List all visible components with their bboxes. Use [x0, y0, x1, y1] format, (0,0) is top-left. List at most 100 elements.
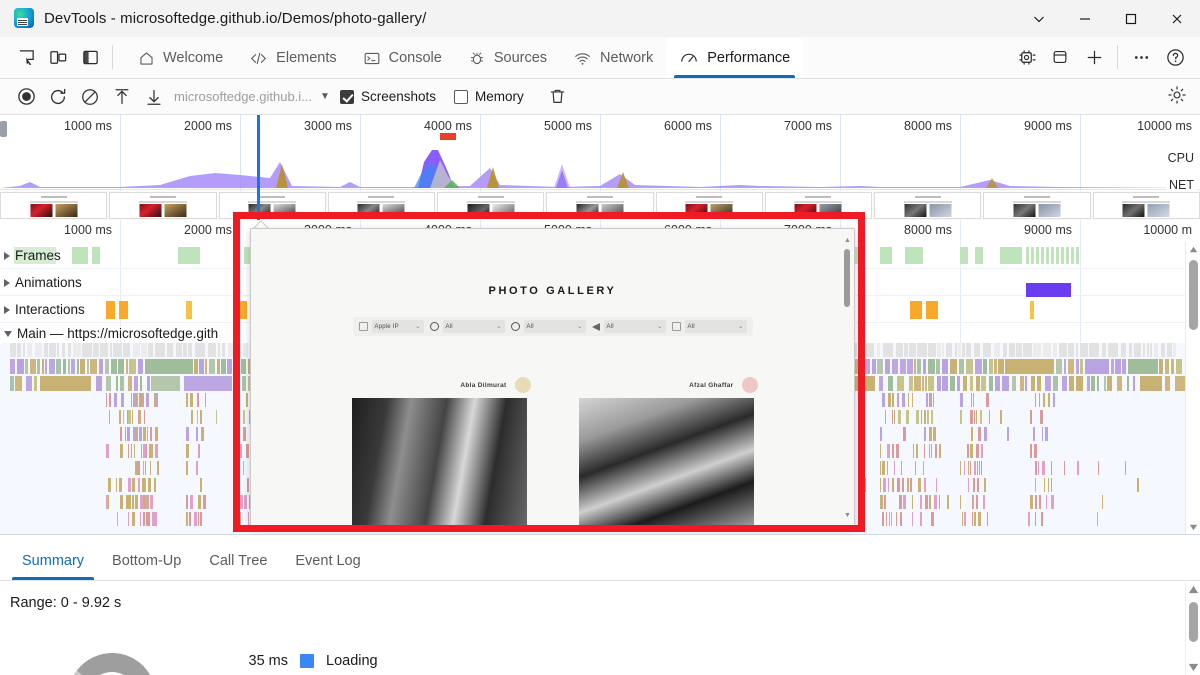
flame-bar[interactable] [134, 376, 138, 391]
flame-bar[interactable] [924, 444, 925, 458]
flame-bar[interactable] [209, 359, 215, 374]
chevron-down-icon[interactable]: ⌄ [657, 323, 662, 330]
filmstrip-frame[interactable] [1093, 192, 1200, 219]
flame-bar[interactable] [1000, 410, 1002, 424]
tab-elements[interactable]: Elements [236, 38, 349, 78]
flame-bar[interactable] [906, 410, 909, 424]
flame-bar[interactable] [1059, 343, 1067, 357]
flame-bar[interactable] [205, 393, 206, 407]
flame-bar[interactable] [145, 478, 146, 492]
flame-bar[interactable] [947, 495, 949, 509]
scrollbar-thumb[interactable] [844, 249, 850, 307]
flame-bar[interactable] [110, 343, 112, 357]
question-circle-icon[interactable] [1158, 40, 1192, 74]
timeline-event-bar[interactable] [1051, 247, 1054, 264]
flame-bar[interactable] [243, 461, 244, 475]
flame-bar[interactable] [155, 444, 158, 458]
timeline-event-bar[interactable] [1031, 247, 1034, 264]
tab-summary[interactable]: Summary [8, 542, 98, 580]
flame-bar[interactable] [1045, 376, 1051, 391]
flame-bar[interactable] [143, 512, 145, 526]
flame-bar[interactable] [37, 359, 40, 374]
timeline-event-bar[interactable] [926, 301, 938, 319]
flame-bar[interactable] [877, 343, 880, 357]
flame-bar[interactable] [244, 495, 247, 509]
dock-panel-icon[interactable] [74, 41, 106, 73]
flame-bar[interactable] [129, 359, 136, 374]
flame-bar[interactable] [936, 478, 937, 492]
flame-bar[interactable] [49, 359, 55, 374]
flame-bar[interactable] [100, 343, 108, 357]
flame-bar[interactable] [972, 495, 973, 509]
flame-bar[interactable] [994, 359, 997, 374]
flame-bar[interactable] [149, 444, 151, 458]
flame-bar[interactable] [1035, 512, 1036, 526]
flame-bar[interactable] [921, 410, 922, 424]
flame-bar[interactable] [26, 376, 32, 391]
flame-bar[interactable] [907, 359, 913, 374]
flame-bar[interactable] [1044, 478, 1045, 492]
flame-bar[interactable] [45, 359, 47, 374]
flame-bar[interactable] [994, 343, 1000, 357]
flame-bar[interactable] [975, 359, 982, 374]
flame-bar[interactable] [963, 376, 967, 391]
flame-bar[interactable] [133, 427, 136, 441]
overview-left-handle[interactable] [0, 121, 7, 137]
flame-bar[interactable] [976, 444, 979, 458]
flame-bar[interactable] [914, 376, 921, 391]
flame-bar[interactable] [15, 376, 22, 391]
filter-select[interactable]: Apple IP⌄ [372, 320, 424, 333]
flame-bar[interactable] [1043, 393, 1045, 407]
flame-bar[interactable] [1133, 376, 1135, 391]
flame-bar[interactable] [128, 410, 131, 424]
flame-bar[interactable] [143, 461, 144, 475]
flame-bar[interactable] [105, 359, 109, 374]
flame-bar[interactable] [147, 427, 148, 441]
flame-bar[interactable] [888, 376, 893, 391]
flame-bar[interactable] [1046, 495, 1047, 509]
flame-bar[interactable] [200, 478, 202, 492]
timeline-event-bar[interactable] [1026, 283, 1071, 297]
flame-bar[interactable] [156, 512, 157, 526]
timeline-overview[interactable]: 1000 ms2000 ms3000 ms4000 ms5000 ms6000 … [0, 115, 1200, 220]
flame-bar[interactable] [198, 444, 199, 458]
flame-bar[interactable] [892, 444, 894, 458]
flame-bar[interactable] [35, 343, 42, 357]
flame-bar[interactable] [1161, 343, 1165, 357]
flame-bar[interactable] [902, 393, 905, 407]
flame-bar[interactable] [942, 343, 944, 357]
flame-bar[interactable] [145, 359, 193, 374]
timeline-event-bar[interactable] [92, 247, 100, 264]
flame-bar[interactable] [855, 343, 857, 357]
flame-bar[interactable] [903, 427, 906, 441]
donut-slice[interactable] [68, 653, 156, 675]
timeline-event-bar[interactable] [119, 301, 128, 319]
flame-bar[interactable] [141, 343, 147, 357]
flame-bar[interactable] [942, 376, 948, 391]
flame-bar[interactable] [1128, 359, 1158, 374]
flame-bar[interactable] [135, 495, 138, 509]
flame-bar[interactable] [892, 410, 893, 424]
flame-bar[interactable] [205, 359, 207, 374]
flame-bar[interactable] [221, 359, 226, 374]
tab-performance[interactable]: Performance [666, 38, 803, 78]
checkbox-box[interactable] [340, 90, 354, 104]
flame-bar[interactable] [1034, 444, 1037, 458]
flame-bar[interactable] [1165, 359, 1169, 374]
flame-bar[interactable] [968, 478, 969, 492]
flame-bar[interactable] [186, 495, 188, 509]
flame-bar[interactable] [134, 444, 135, 458]
flame-bar[interactable] [1089, 343, 1099, 357]
flame-bar[interactable] [980, 410, 982, 424]
flame-bar[interactable] [117, 512, 118, 526]
flame-bar[interactable] [1127, 376, 1129, 391]
flame-bar[interactable] [123, 343, 130, 357]
flame-bar[interactable] [927, 410, 929, 424]
flame-bar[interactable] [145, 461, 146, 475]
flame-bar[interactable] [1062, 376, 1067, 391]
flame-bar[interactable] [955, 343, 957, 357]
flame-bar[interactable] [1064, 359, 1066, 374]
flame-bar[interactable] [146, 444, 147, 458]
flame-bar[interactable] [133, 393, 136, 407]
flame-vertical-scrollbar[interactable] [1185, 242, 1200, 535]
